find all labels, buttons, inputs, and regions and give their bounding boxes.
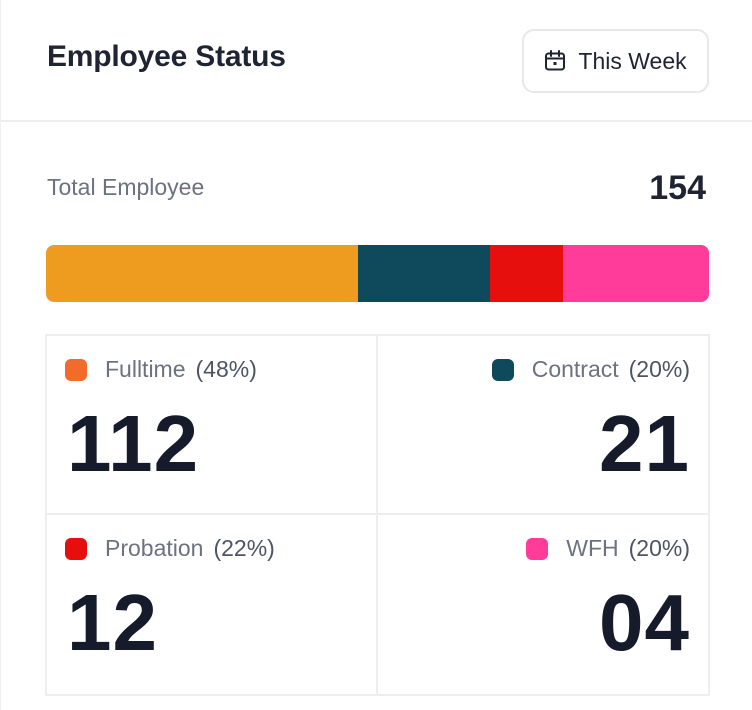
calendar-icon (544, 50, 566, 72)
stat-card-fulltime: Fulltime (48%) 112 (47, 336, 378, 515)
bar-segment-probation (490, 245, 564, 302)
legend-percent: (48%) (195, 356, 257, 382)
employee-status-card: Employee Status This Week Total Employee… (0, 0, 752, 710)
stat-value: 21 (599, 399, 690, 488)
bar-segment-fulltime (46, 245, 358, 302)
legend-probation: Probation (22%) (65, 535, 275, 562)
legend-wfh: WFH (20%) (526, 535, 690, 562)
legend-dot (491, 358, 514, 381)
status-grid: Fulltime (48%) 112 Contract (20%) 21 Pro… (45, 334, 710, 696)
legend-dot (65, 537, 87, 560)
legend-label: Probation (105, 535, 204, 561)
legend-contract: Contract (20%) (491, 356, 690, 383)
legend-percent: (20%) (628, 535, 690, 561)
legend-dot (65, 358, 87, 381)
period-label: This Week (578, 47, 687, 74)
period-select-button[interactable]: This Week (522, 29, 709, 93)
legend-fulltime: Fulltime (48%) (65, 356, 257, 383)
bar-segment-wfh (563, 245, 709, 302)
stat-card-probation: Probation (22%) 12 (47, 515, 378, 694)
card-title: Employee Status (47, 40, 286, 73)
legend-dot (526, 537, 549, 560)
stat-value: 04 (599, 578, 690, 667)
legend-label: WFH (566, 535, 619, 561)
legend-percent: (20%) (628, 356, 690, 382)
total-employee-label: Total Employee (47, 174, 205, 200)
legend-label: Fulltime (105, 356, 186, 382)
bar-segment-contract (357, 245, 491, 302)
stat-card-wfh: WFH (20%) 04 (378, 515, 709, 694)
stat-value: 12 (67, 578, 158, 667)
legend-percent: (22%) (213, 535, 275, 561)
stat-value: 112 (67, 399, 200, 488)
card-header: Employee Status This Week (1, 0, 752, 122)
distribution-bar (46, 245, 709, 302)
legend-label: Contract (531, 356, 619, 382)
total-employee-value: 154 (649, 169, 706, 207)
stat-card-contract: Contract (20%) 21 (377, 336, 708, 515)
